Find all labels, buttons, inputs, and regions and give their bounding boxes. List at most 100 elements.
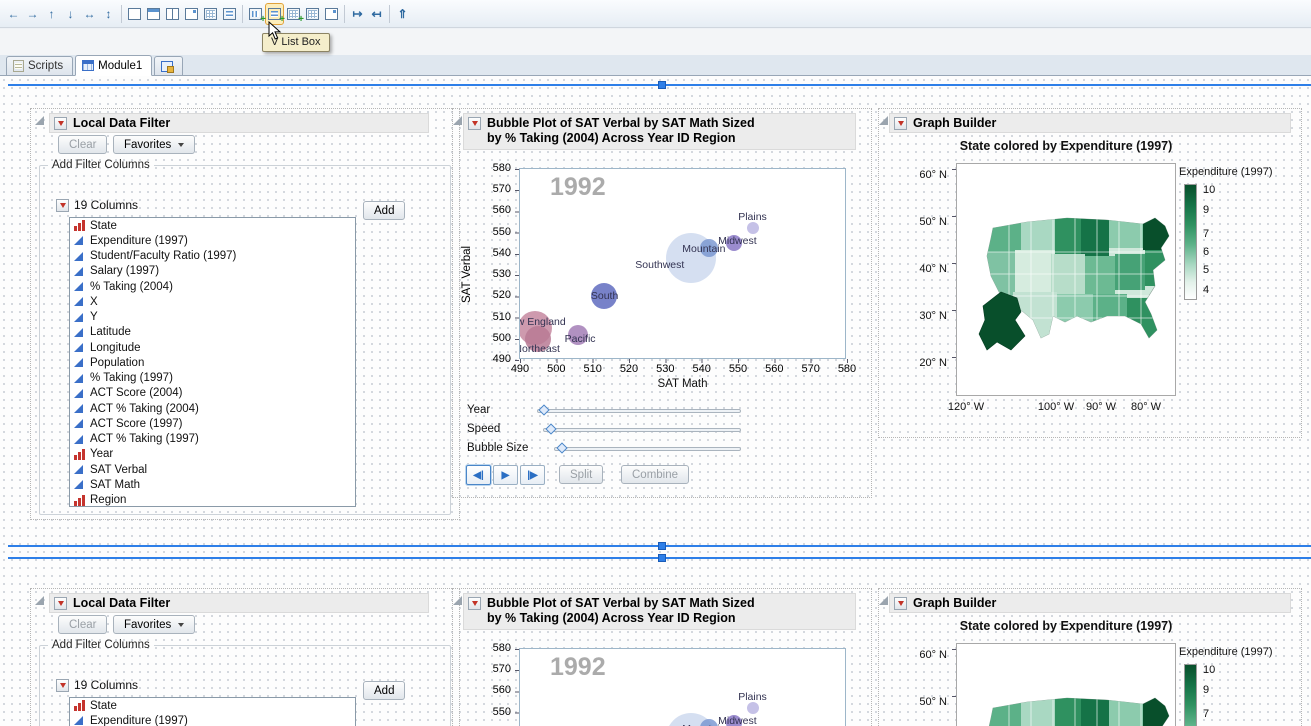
bubble-region-label: Midwest (718, 235, 757, 247)
combine-button[interactable]: Combine (621, 465, 689, 484)
list-item[interactable]: State (70, 218, 355, 233)
us-map-frame[interactable] (956, 163, 1176, 396)
spacer-box-icon[interactable] (201, 3, 220, 25)
step-back-button[interactable]: ◀| (466, 465, 491, 485)
disclosure-triangle-icon[interactable] (453, 116, 462, 125)
red-triangle-menu-icon[interactable] (56, 199, 69, 212)
list-item[interactable]: Expenditure (1997) (70, 233, 355, 248)
bubble-size-slider-thumb[interactable] (556, 442, 567, 453)
favorites-button[interactable]: Favorites (113, 615, 195, 634)
column-label: ACT % Taking (2004) (90, 403, 199, 415)
move-into-icon[interactable]: ↦ (348, 3, 367, 25)
list-item[interactable]: Year (70, 447, 355, 462)
resize-handle[interactable] (658, 81, 666, 89)
step-forward-button[interactable]: |▶ (520, 465, 545, 485)
bubble-plot-area[interactable]: 1992 New EnglandNortheastPacificSouthSou… (519, 168, 846, 359)
border-box-icon[interactable] (125, 3, 144, 25)
tab-add-module[interactable] (154, 56, 183, 75)
list-item[interactable]: ACT Score (2004) (70, 386, 355, 401)
filter-columns-list[interactable]: State Expenditure (1997) Student/Faculty… (69, 697, 356, 726)
h-list-box-icon[interactable] (246, 3, 265, 25)
add-button[interactable]: Add (363, 681, 405, 700)
list-item[interactable]: Salary (1997) (70, 264, 355, 279)
tab-scripts[interactable]: Scripts (6, 56, 73, 75)
distribute-horizontal-icon[interactable]: ↔ (80, 3, 99, 25)
list-item[interactable]: Student/Faculty Ratio (1997) (70, 249, 355, 264)
speed-slider[interactable] (543, 428, 741, 432)
bubble-plot-area[interactable]: 1992 New EnglandNortheastPacificSouthSou… (519, 648, 846, 726)
bubble-size-slider[interactable] (554, 447, 741, 451)
text-box-icon[interactable] (220, 3, 239, 25)
lineup-box-icon[interactable] (284, 3, 303, 25)
speed-slider-thumb[interactable] (545, 423, 556, 434)
list-item[interactable]: % Taking (1997) (70, 371, 355, 386)
bubble-plot-panel[interactable]: Bubble Plot of SAT Verbal by SAT Math Si… (452, 108, 872, 498)
list-item[interactable]: Expenditure (1997) (70, 713, 355, 726)
clear-button[interactable]: Clear (58, 135, 107, 154)
us-choropleth-map[interactable] (957, 164, 1176, 396)
add-button[interactable]: Add (363, 201, 405, 220)
distribute-vertical-icon[interactable]: ↕ (99, 3, 118, 25)
align-right-icon[interactable]: → (23, 3, 42, 25)
red-triangle-menu-icon[interactable] (54, 597, 67, 610)
disclosure-triangle-icon[interactable] (879, 116, 888, 125)
list-item[interactable]: SAT Math (70, 477, 355, 492)
list-item[interactable]: ACT % Taking (2004) (70, 401, 355, 416)
split-button[interactable]: Split (559, 465, 603, 484)
us-choropleth-map[interactable] (957, 644, 1176, 726)
list-item[interactable]: Population (70, 355, 355, 370)
bubble-point[interactable] (747, 222, 759, 234)
disclosure-triangle-icon[interactable] (453, 596, 462, 605)
red-triangle-menu-icon[interactable] (468, 117, 481, 130)
map-y-axis: 60° N50° N40° N30° N20° N (913, 169, 951, 369)
bubble-plot-panel[interactable]: Bubble Plot of SAT Verbal by SAT Math Si… (452, 588, 872, 726)
year-slider[interactable] (537, 409, 741, 413)
legend-gradient[interactable] (1184, 184, 1197, 300)
tab-box-icon[interactable] (182, 3, 201, 25)
play-button[interactable]: ▶ (493, 465, 518, 485)
align-left-icon[interactable]: ← (4, 3, 23, 25)
list-item[interactable]: Y (70, 310, 355, 325)
disclosure-triangle-icon[interactable] (879, 596, 888, 605)
table-box-icon[interactable] (303, 3, 322, 25)
us-map-frame[interactable] (956, 643, 1176, 726)
list-item[interactable]: Longitude (70, 340, 355, 355)
two-column-box-icon[interactable] (163, 3, 182, 25)
panel-box-icon[interactable] (144, 3, 163, 25)
local-data-filter-panel[interactable]: Local Data Filter Clear Favorites Add Fi… (30, 588, 460, 726)
list-item[interactable]: X (70, 294, 355, 309)
list-item[interactable]: SAT Verbal (70, 462, 355, 477)
local-data-filter-panel[interactable]: Local Data Filter Clear Favorites Add Fi… (30, 108, 460, 520)
red-triangle-menu-icon[interactable] (894, 597, 907, 610)
red-triangle-menu-icon[interactable] (894, 117, 907, 130)
clear-button[interactable]: Clear (58, 615, 107, 634)
filter-columns-list[interactable]: State Expenditure (1997) Student/Faculty… (69, 217, 356, 507)
red-triangle-menu-icon[interactable] (56, 679, 69, 692)
list-item[interactable]: % Taking (2004) (70, 279, 355, 294)
disclosure-triangle-icon[interactable] (35, 596, 44, 605)
promote-icon[interactable]: ⇑ (393, 3, 412, 25)
y-tick-label: 540 (493, 247, 511, 259)
resize-handle[interactable] (658, 542, 666, 550)
red-triangle-menu-icon[interactable] (468, 597, 481, 610)
tab-module1[interactable]: Module1 (75, 55, 152, 76)
align-top-icon[interactable]: ↑ (42, 3, 61, 25)
disclosure-triangle-icon[interactable] (35, 116, 44, 125)
graph-builder-panel[interactable]: Graph Builder State colored by Expenditu… (878, 588, 1302, 726)
legend-gradient[interactable] (1184, 664, 1197, 726)
align-bottom-icon[interactable]: ↓ (61, 3, 80, 25)
move-out-icon[interactable]: ↤ (367, 3, 386, 25)
list-item[interactable]: ACT % Taking (1997) (70, 432, 355, 447)
graph-builder-panel[interactable]: Graph Builder State colored by Expenditu… (878, 108, 1302, 438)
app-builder-canvas[interactable]: Local Data Filter Clear Favorites Add Fi… (0, 76, 1311, 726)
list-item[interactable]: Region (70, 493, 355, 508)
year-slider-thumb[interactable] (538, 404, 549, 415)
favorites-button[interactable]: Favorites (113, 135, 195, 154)
resize-handle[interactable] (658, 554, 666, 562)
graph-box-icon[interactable] (322, 3, 341, 25)
bubble-point[interactable] (747, 702, 759, 714)
list-item[interactable]: ACT Score (1997) (70, 416, 355, 431)
list-item[interactable]: Latitude (70, 325, 355, 340)
list-item[interactable]: State (70, 698, 355, 713)
red-triangle-menu-icon[interactable] (54, 117, 67, 130)
